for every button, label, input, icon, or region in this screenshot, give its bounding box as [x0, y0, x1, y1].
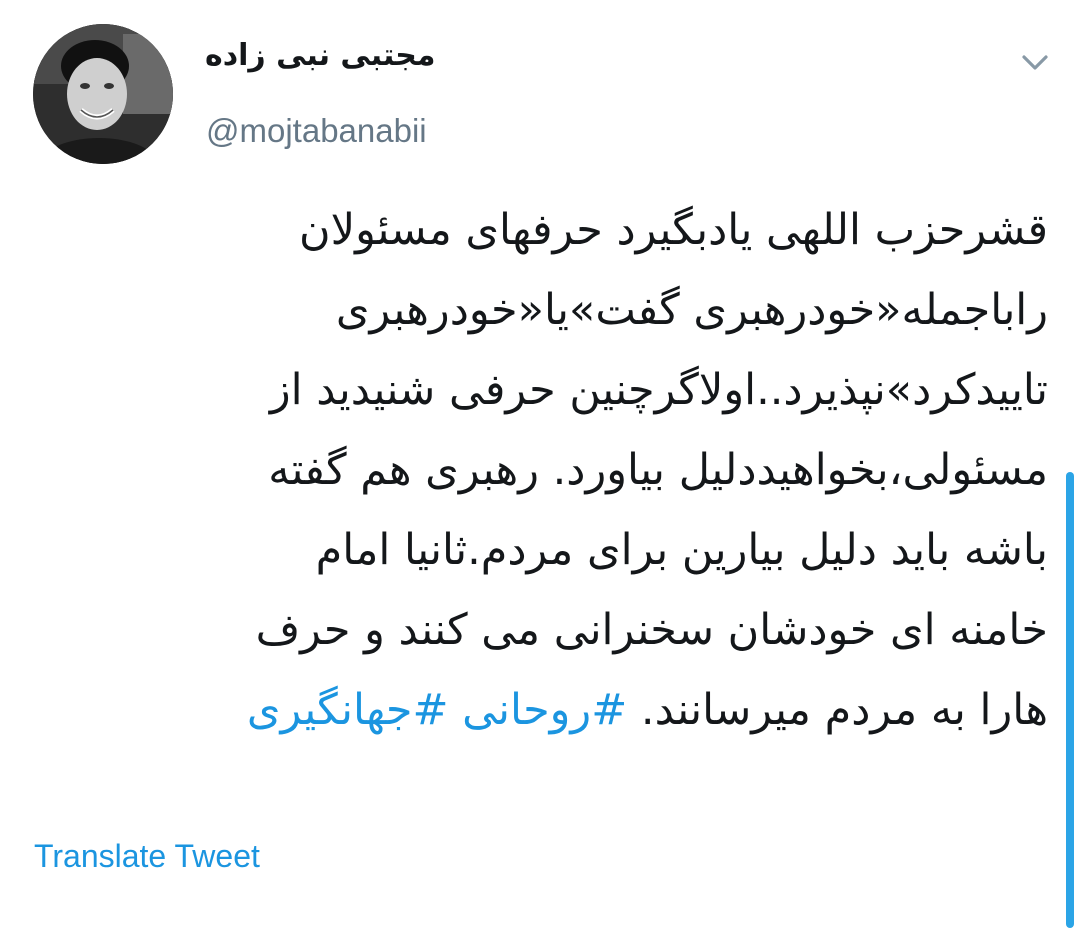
hashtag-link[interactable]: #روحانی — [462, 685, 627, 735]
tweet-text-last-line: هارا به مردم میرسانند. #روحانی #جهانگیری — [40, 670, 1048, 750]
tweet-text-line: مسئولی،بخواهیددلیل بیاورد. رهبری هم گفته — [268, 445, 1048, 495]
tweet-text-line: تاییدکرد»نپذیرد..اولاگرچنین حرفی شنیدید … — [269, 365, 1048, 415]
author-handle[interactable]: @mojtabanabii — [206, 112, 427, 150]
tweet-text-line: قشرحزب اللهی یادبگیرد حرفهای مسئولان — [299, 205, 1048, 255]
tweet-text-line: باشه باید دلیل بیارین برای مردم.ثانیا ام… — [315, 525, 1048, 575]
tweet-text-line: راباجمله«خودرهبری گفت»یا«خودرهبری — [335, 285, 1048, 335]
scrollbar[interactable] — [1066, 472, 1074, 928]
tweet-text-segment: هارا به مردم میرسانند. — [640, 685, 1048, 735]
profile-photo-icon — [33, 24, 173, 164]
chevron-down-icon[interactable] — [1018, 50, 1052, 74]
avatar[interactable] — [33, 24, 173, 164]
author-display-name[interactable]: مجتبی نبی زاده — [205, 38, 465, 73]
tweet-header: مجتبی نبی زاده @mojtabanabii — [0, 0, 1080, 180]
translate-tweet-link[interactable]: Translate Tweet — [34, 838, 260, 875]
tweet-text: قشرحزب اللهی یادبگیرد حرفهای مسئولان راب… — [40, 190, 1048, 750]
tweet-text-line: خامنه ای خودشان سخنرانی می کنند و حرف — [255, 605, 1048, 655]
tweet: مجتبی نبی زاده @mojtabanabii قشرحزب الله… — [0, 0, 1080, 928]
hashtag-link[interactable]: #جهانگیری — [247, 685, 449, 735]
